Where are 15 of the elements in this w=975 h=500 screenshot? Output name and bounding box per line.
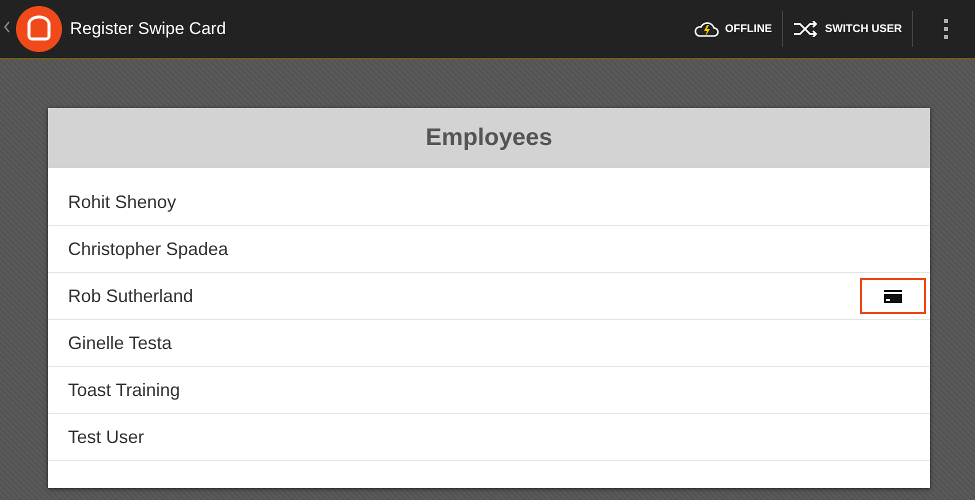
shuffle-icon bbox=[793, 21, 819, 37]
panel-title: Employees bbox=[48, 108, 930, 168]
employee-name[interactable]: Rob Sutherland bbox=[68, 286, 860, 306]
credit-card-icon bbox=[884, 290, 902, 302]
toast-logo-icon[interactable] bbox=[16, 6, 62, 52]
employee-name[interactable]: Toast Training bbox=[68, 380, 926, 400]
cloud-lightning-icon bbox=[692, 20, 719, 38]
employee-name[interactable]: Test User bbox=[68, 426, 926, 448]
employee-name[interactable]: Christopher Spadea bbox=[68, 238, 926, 260]
screen-title: Register Swipe Card bbox=[70, 19, 227, 39]
employee-name[interactable]: Rohit Shenoy bbox=[68, 192, 926, 212]
offline-button[interactable]: OFFLINE bbox=[682, 11, 782, 47]
employee-name[interactable]: Ginelle Testa bbox=[68, 332, 926, 354]
more-menu-icon[interactable] bbox=[943, 18, 949, 40]
switch-user-button[interactable]: SWITCH USER bbox=[783, 11, 912, 47]
